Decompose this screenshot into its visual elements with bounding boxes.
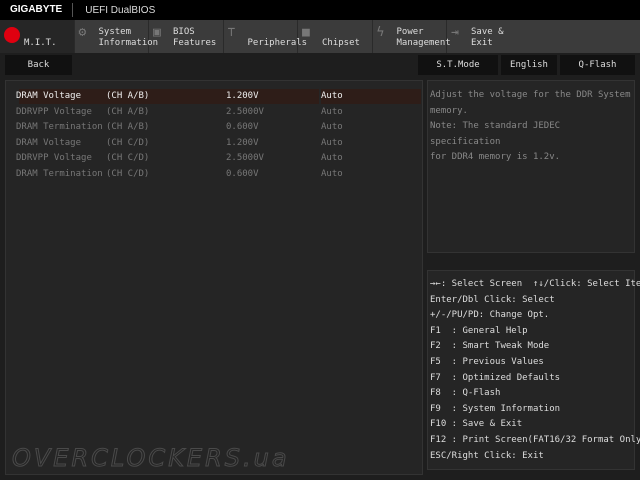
- help-line: Adjust the voltage for the DDR System: [430, 90, 631, 100]
- setting-mode[interactable]: Auto: [321, 89, 343, 104]
- setting-name: DRAM Voltage: [16, 137, 82, 148]
- key-legend-line: →←: Select Screen ↑↓/Click: Select Item: [430, 279, 640, 289]
- setting-value[interactable]: 0.600V: [226, 120, 259, 135]
- tab-label: BIOS Features: [173, 27, 217, 48]
- setting-channel: (CH A/B): [106, 122, 150, 132]
- key-legend-line: F8 : Q-Flash: [430, 388, 501, 399]
- watermark-logo: OVERCLOCKERS.ua: [12, 444, 290, 473]
- key-legend-line: F10 : Save & Exit: [430, 419, 523, 430]
- setting-channel: (CH C/D): [106, 153, 150, 163]
- help-line: Note: The standard JEDEC specification: [430, 121, 561, 147]
- setting-mode[interactable]: Auto: [321, 105, 343, 120]
- peripherals-icon: ⊤: [227, 25, 236, 40]
- tab-label: Chipset: [322, 38, 360, 48]
- main-tabs: M.I.T. ⚙ System Information ▣ BIOS Features …: [0, 20, 640, 53]
- setting-value[interactable]: 2.5000V: [226, 105, 264, 120]
- setting-row[interactable]: DRAM Termination (CH C/D) 0.600V Auto: [16, 167, 421, 182]
- setting-value[interactable]: 0.600V: [226, 167, 259, 182]
- setting-channel: (CH A/B): [106, 106, 150, 117]
- help-line: for DDR4 memory is 1.2v.: [430, 152, 561, 162]
- setting-row[interactable]: DRAM Voltage (CH C/D) 1.200V Auto: [16, 136, 421, 151]
- setting-name: DRAM Termination: [16, 168, 103, 179]
- setting-channel: (CH C/D): [106, 137, 150, 148]
- key-legend-line: F12 : Print Screen(FAT16/32 Format Only): [430, 434, 640, 445]
- setting-value[interactable]: 2.5000V: [226, 151, 264, 166]
- setting-row[interactable]: DRAM Termination (CH A/B) 0.600V Auto: [16, 120, 421, 135]
- tab-label: M.I.T.: [24, 38, 57, 48]
- setting-mode[interactable]: Auto: [321, 136, 343, 151]
- setting-channel: (CH A/B): [106, 91, 150, 101]
- brand-logo: GIGABYTE: [0, 3, 74, 17]
- setting-mode[interactable]: Auto: [321, 120, 343, 135]
- tab-peripherals[interactable]: ⊤ Peripherals: [224, 20, 307, 53]
- key-legend-panel: →←: Select Screen ↑↓/Click: Select Item E…: [427, 270, 640, 470]
- help-line: memory.: [430, 105, 468, 116]
- q-flash-button[interactable]: Q-Flash: [560, 55, 635, 75]
- setting-row[interactable]: DRAM Voltage (CH A/B) 1.200V Auto: [16, 89, 421, 104]
- key-legend-line: F5 : Previous Values: [430, 356, 544, 367]
- setting-channel: (CH C/D): [106, 168, 150, 179]
- key-legend-line: Enter/Dbl Click: Select: [430, 294, 555, 305]
- tab-save-exit[interactable]: ⇥ Save & Exit: [447, 20, 522, 53]
- key-legend-line: ESC/Right Click: Exit: [430, 450, 544, 461]
- tab-label: Power Management: [396, 27, 451, 48]
- setting-name: DDRVPP Voltage: [16, 106, 92, 117]
- key-legend-line: +/-/PU/PD: Change Opt.: [430, 310, 550, 321]
- setting-row[interactable]: DDRVPP Voltage (CH A/B) 2.5000V Auto: [16, 105, 421, 120]
- key-legend-line: F7 : Optimized Defaults: [430, 372, 561, 383]
- mit-icon: [4, 27, 20, 43]
- key-legend-line: F1 : General Help: [430, 325, 528, 336]
- bios-icon: ▣: [153, 25, 161, 40]
- settings-panel: DRAM Voltage (CH A/B) 1.200V Auto DDRVPP Vol…: [5, 80, 423, 475]
- setting-name: DRAM Termination: [16, 122, 103, 132]
- exit-icon: ⇥: [451, 25, 459, 40]
- gear-icon: ⚙: [78, 25, 87, 40]
- key-legend-line: F9 : System Information: [430, 403, 561, 414]
- tab-chipset[interactable]: ■ Chipset: [298, 20, 373, 53]
- setting-mode[interactable]: Auto: [321, 167, 343, 182]
- tab-power-management[interactable]: ϟ Power Management: [373, 20, 451, 53]
- setting-value[interactable]: 1.200V: [226, 89, 259, 104]
- setting-name: DDRVPP Voltage: [16, 153, 92, 163]
- button-row: Back S.T.Mode English Q-Flash: [0, 53, 640, 77]
- title-bar: GIGABYTE UEFI DualBIOS: [0, 0, 640, 20]
- key-legend-line: F2 : Smart Tweak Mode: [430, 341, 550, 352]
- language-button[interactable]: English: [501, 55, 557, 75]
- back-button[interactable]: Back: [5, 55, 72, 75]
- st-mode-button[interactable]: S.T.Mode: [418, 55, 498, 75]
- tab-mit[interactable]: M.I.T.: [0, 20, 75, 53]
- setting-value[interactable]: 1.200V: [226, 136, 259, 151]
- tab-bios-features[interactable]: ▣ BIOS Features: [149, 20, 224, 53]
- setting-row[interactable]: DDRVPP Voltage (CH C/D) 2.5000V Auto: [16, 151, 421, 166]
- help-panel: Adjust the voltage for the DDR System mem…: [427, 80, 635, 253]
- tab-system-information[interactable]: ⚙ System Information: [75, 20, 158, 53]
- setting-mode[interactable]: Auto: [321, 151, 343, 166]
- product-name: UEFI DualBIOS: [85, 4, 156, 16]
- setting-name: DRAM Voltage: [16, 91, 82, 101]
- chip-icon: ■: [302, 25, 310, 40]
- power-icon: ϟ: [376, 25, 385, 40]
- tab-label: Save & Exit: [471, 27, 504, 48]
